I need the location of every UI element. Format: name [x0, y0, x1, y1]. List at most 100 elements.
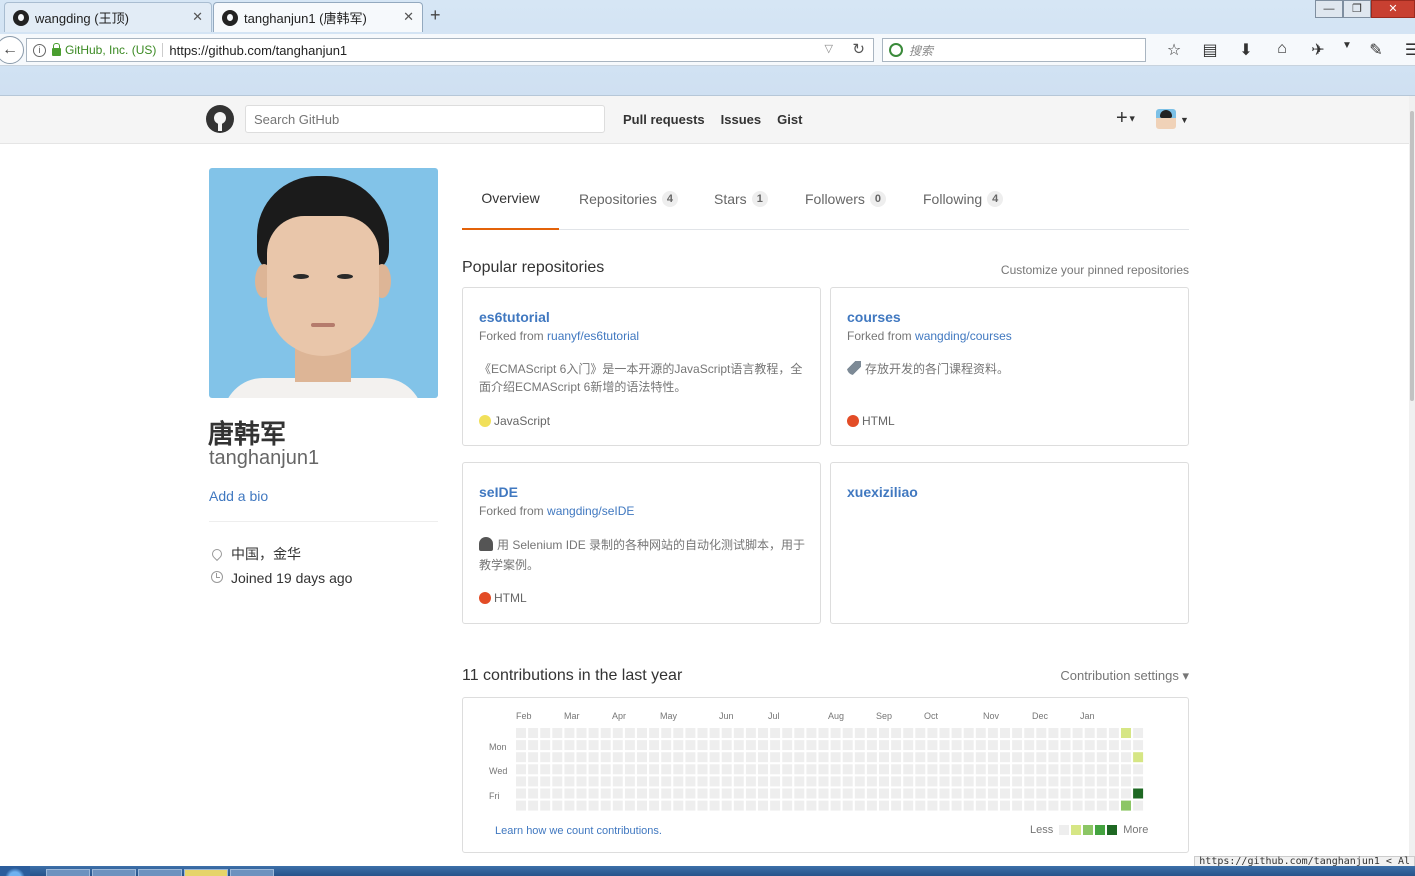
contribution-day[interactable] — [1096, 740, 1107, 751]
contribution-day[interactable] — [758, 728, 768, 738]
contribution-day[interactable] — [1072, 728, 1083, 738]
contribution-day[interactable] — [697, 776, 708, 787]
contribution-day[interactable] — [733, 788, 744, 799]
contribution-day[interactable] — [697, 788, 708, 799]
contribution-day[interactable] — [903, 776, 914, 787]
contribution-day[interactable] — [637, 788, 647, 799]
contribution-day[interactable] — [516, 764, 526, 775]
contribution-day[interactable] — [588, 776, 599, 787]
contribution-day[interactable] — [963, 800, 974, 811]
tab-repositories[interactable]: Repositories 4 — [559, 168, 698, 230]
minimize-button[interactable]: — — [1315, 0, 1343, 18]
contribution-day[interactable] — [745, 728, 756, 738]
contribution-day[interactable] — [552, 728, 563, 738]
contribution-day[interactable] — [879, 740, 889, 751]
contribution-day[interactable] — [516, 740, 526, 751]
contribution-day[interactable] — [939, 740, 950, 751]
contribution-day[interactable] — [1024, 800, 1035, 811]
contribution-day[interactable] — [637, 800, 647, 811]
contribution-day[interactable] — [612, 740, 623, 751]
contribution-day[interactable] — [866, 788, 877, 799]
contribution-day[interactable] — [1012, 740, 1023, 751]
contribution-day[interactable] — [528, 752, 539, 763]
nav-pull-requests[interactable]: Pull requests — [623, 112, 705, 127]
contribution-day[interactable] — [879, 764, 889, 775]
contribution-day[interactable] — [927, 776, 938, 787]
contribution-day[interactable] — [818, 752, 829, 763]
contribution-day[interactable] — [854, 776, 865, 787]
contribution-day[interactable] — [806, 752, 817, 763]
contribution-day[interactable] — [745, 800, 756, 811]
contribution-day[interactable] — [987, 740, 998, 751]
contribution-day[interactable] — [600, 788, 611, 799]
contribution-day[interactable] — [1084, 764, 1095, 775]
contribution-day[interactable] — [745, 764, 756, 775]
contribution-day[interactable] — [673, 776, 684, 787]
contribution-day[interactable] — [1048, 752, 1059, 763]
close-tab-icon[interactable]: ✕ — [192, 9, 203, 25]
back-button[interactable]: ← — [0, 36, 24, 64]
contribution-day[interactable] — [770, 788, 781, 799]
contribution-day[interactable] — [1048, 800, 1059, 811]
contribution-day[interactable] — [564, 740, 575, 751]
contribution-day[interactable] — [721, 776, 732, 787]
contribution-day[interactable] — [1133, 728, 1144, 738]
contribution-day[interactable] — [915, 788, 926, 799]
url-text[interactable]: https://github.com/tanghanjun1 — [169, 43, 347, 58]
contribution-day[interactable] — [673, 740, 684, 751]
contribution-day[interactable] — [1072, 800, 1083, 811]
contribution-day[interactable] — [854, 728, 865, 738]
screenshot-icon[interactable]: ✎ — [1358, 40, 1394, 60]
contribution-day[interactable] — [1060, 740, 1071, 751]
reload-icon[interactable]: ↻ — [852, 40, 865, 58]
contribution-day[interactable] — [975, 740, 986, 751]
contribution-day[interactable] — [951, 752, 962, 763]
contribution-day[interactable] — [903, 740, 914, 751]
contribution-day[interactable] — [745, 752, 756, 763]
contribution-day[interactable] — [697, 800, 708, 811]
contribution-day[interactable] — [685, 740, 696, 751]
contribution-day[interactable] — [649, 752, 660, 763]
contribution-day[interactable] — [1096, 752, 1107, 763]
contribution-day[interactable] — [709, 728, 720, 738]
contribution-day[interactable] — [612, 788, 623, 799]
contribution-day[interactable] — [649, 776, 660, 787]
tab-stars[interactable]: Stars 1 — [694, 168, 788, 230]
contribution-day[interactable] — [830, 740, 841, 751]
contribution-day[interactable] — [661, 728, 672, 738]
contribution-day[interactable] — [637, 764, 647, 775]
contribution-day[interactable] — [842, 788, 853, 799]
repo-name-link[interactable]: xuexiziliao — [847, 484, 918, 500]
contribution-day[interactable] — [866, 752, 877, 763]
contribution-day[interactable] — [709, 800, 720, 811]
contribution-day[interactable] — [951, 776, 962, 787]
contribution-day[interactable] — [758, 764, 768, 775]
contribution-day[interactable] — [891, 776, 902, 787]
contribution-day[interactable] — [794, 740, 805, 751]
contribution-day[interactable] — [879, 728, 889, 738]
contribution-day[interactable] — [697, 728, 708, 738]
contribution-day[interactable] — [1060, 788, 1071, 799]
contribution-day[interactable] — [879, 788, 889, 799]
contribution-day[interactable] — [733, 740, 744, 751]
contribution-day[interactable] — [915, 800, 926, 811]
contribution-day[interactable] — [721, 764, 732, 775]
contribution-day[interactable] — [1133, 776, 1144, 787]
contribution-day[interactable] — [1024, 740, 1035, 751]
contribution-day[interactable] — [624, 800, 635, 811]
contribution-day[interactable] — [1133, 788, 1144, 799]
tab-following[interactable]: Following 4 — [903, 168, 1023, 230]
maximize-button[interactable]: ❐ — [1343, 0, 1371, 18]
contribution-day[interactable] — [733, 764, 744, 775]
contribution-day[interactable] — [612, 776, 623, 787]
contribution-day[interactable] — [1048, 776, 1059, 787]
contribution-day[interactable] — [1121, 740, 1131, 751]
contribution-day[interactable] — [903, 788, 914, 799]
contribution-day[interactable] — [709, 764, 720, 775]
contribution-day[interactable] — [770, 740, 781, 751]
contribution-day[interactable] — [1072, 740, 1083, 751]
contribution-day[interactable] — [987, 776, 998, 787]
contribution-day[interactable] — [649, 764, 660, 775]
contribution-day[interactable] — [891, 740, 902, 751]
contribution-day[interactable] — [939, 728, 950, 738]
